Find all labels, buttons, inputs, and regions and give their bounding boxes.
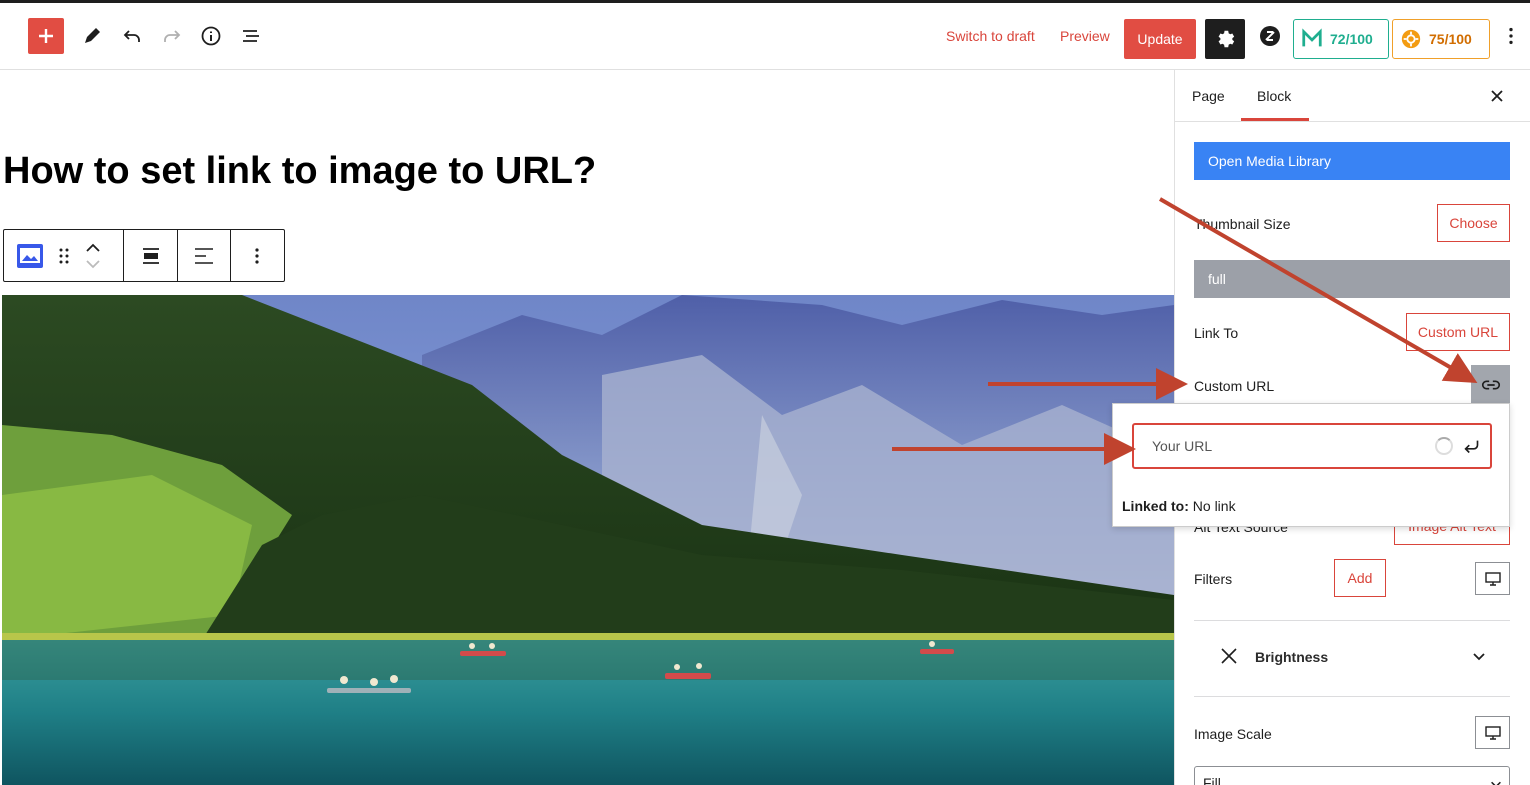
block-toolbar xyxy=(3,229,285,282)
sidebar-tabs: Page Block xyxy=(1175,70,1530,122)
gear-icon xyxy=(1218,30,1235,48)
linked-to-value: No link xyxy=(1192,498,1236,514)
add-filter-button[interactable]: Add xyxy=(1334,559,1386,597)
lake-mountain-image xyxy=(2,295,1174,785)
preview-button[interactable]: Preview xyxy=(1060,28,1110,44)
brand-icon xyxy=(1260,26,1280,46)
more-options-icon[interactable] xyxy=(254,230,260,281)
chevron-down-icon[interactable] xyxy=(1471,648,1487,664)
seo-logo-icon xyxy=(1300,27,1324,51)
block-toolbar-group-align xyxy=(124,230,178,281)
top-toolbar: Switch to draft Preview Update 72/100 75… xyxy=(0,0,1530,70)
readability-logo-icon xyxy=(1399,27,1423,51)
image-scale-device-button[interactable] xyxy=(1475,716,1510,749)
filters-device-button[interactable] xyxy=(1475,562,1510,595)
drag-handle-icon[interactable] xyxy=(58,230,70,281)
remove-filter-icon[interactable] xyxy=(1219,646,1239,666)
url-input-placeholder: Your URL xyxy=(1152,438,1213,454)
image-block-icon[interactable] xyxy=(16,230,44,281)
info-icon xyxy=(201,26,221,46)
link-to-select[interactable]: Custom URL xyxy=(1406,313,1510,351)
brightness-divider xyxy=(1194,696,1510,697)
post-title[interactable]: How to set link to image to URL? xyxy=(3,150,596,193)
filters-label: Filters xyxy=(1194,571,1233,587)
list-view-icon xyxy=(243,30,259,42)
align-wide-icon[interactable] xyxy=(141,230,161,281)
list-view-button[interactable] xyxy=(233,18,269,54)
tab-block[interactable]: Block xyxy=(1257,88,1291,104)
pencil-icon xyxy=(85,28,100,43)
submit-enter-icon[interactable] xyxy=(1461,436,1483,458)
block-toolbar-group-options xyxy=(231,230,283,281)
image-scale-label: Image Scale xyxy=(1194,726,1272,742)
image-scale-select[interactable]: Fill xyxy=(1194,766,1510,785)
settings-button[interactable] xyxy=(1205,19,1245,59)
editor-canvas: How to set link to image to URL? xyxy=(0,70,1174,785)
thumbnail-size-label: Thumbnail Size xyxy=(1194,216,1291,232)
custom-url-label: Custom URL xyxy=(1194,378,1275,394)
tools-button[interactable] xyxy=(74,18,110,54)
details-button[interactable] xyxy=(193,18,229,54)
readability-score-value: 75/100 xyxy=(1429,31,1472,47)
redo-icon xyxy=(164,30,181,42)
desktop-icon xyxy=(1484,571,1501,586)
close-icon[interactable] xyxy=(1487,86,1507,106)
more-vertical-icon xyxy=(1509,27,1513,45)
plus-icon xyxy=(39,29,53,43)
add-block-button[interactable] xyxy=(28,18,64,54)
tab-active-indicator xyxy=(1241,118,1309,121)
update-button[interactable]: Update xyxy=(1124,19,1196,59)
undo-button[interactable] xyxy=(114,18,150,54)
chevron-down-icon xyxy=(1491,781,1501,785)
image-scale-value: Fill xyxy=(1203,775,1221,785)
brightness-label: Brightness xyxy=(1255,649,1329,665)
move-up-down-icon[interactable] xyxy=(84,230,102,281)
loading-spinner-icon xyxy=(1435,437,1453,455)
filters-divider xyxy=(1194,620,1510,621)
options-button[interactable] xyxy=(1500,18,1522,54)
thumbnail-size-select[interactable]: full xyxy=(1194,260,1510,298)
seo-score-value: 72/100 xyxy=(1330,31,1373,47)
block-toolbar-group-main xyxy=(4,230,124,281)
desktop-icon xyxy=(1484,725,1501,740)
block-toolbar-group-text-align xyxy=(178,230,231,281)
seo-score-badge[interactable]: 72/100 xyxy=(1293,19,1389,59)
tab-page[interactable]: Page xyxy=(1192,88,1225,104)
image-block[interactable] xyxy=(2,295,1174,785)
link-icon xyxy=(1481,380,1500,389)
open-media-library-button[interactable]: Open Media Library xyxy=(1194,142,1510,180)
brand-plugin-button[interactable] xyxy=(1252,18,1288,54)
linked-to-status: Linked to: No link xyxy=(1122,498,1236,514)
choose-button[interactable]: Choose xyxy=(1437,204,1510,242)
link-url-popover: Your URL Linked to: No link xyxy=(1112,403,1510,527)
text-align-left-icon[interactable] xyxy=(193,230,215,281)
link-to-label: Link To xyxy=(1194,325,1239,341)
readability-score-badge[interactable]: 75/100 xyxy=(1392,19,1490,59)
undo-icon xyxy=(123,30,140,42)
redo-button[interactable] xyxy=(154,18,190,54)
linked-to-label: Linked to: xyxy=(1122,498,1189,514)
switch-to-draft-button[interactable]: Switch to draft xyxy=(946,28,1035,44)
custom-url-link-button[interactable] xyxy=(1471,365,1510,404)
